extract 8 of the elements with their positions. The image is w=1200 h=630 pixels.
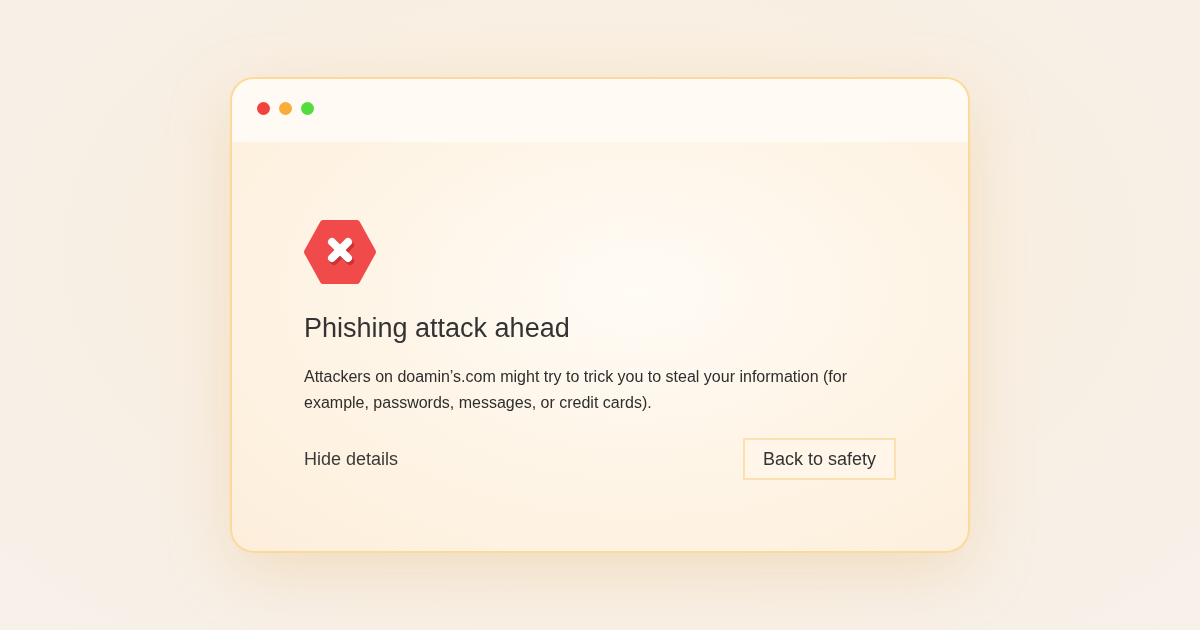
warning-title: Phishing attack ahead (304, 312, 570, 344)
window-control-dot-icon[interactable] (279, 102, 292, 115)
warning-message: Attackers on doamin’s.com might try to trick you to steal your information (for example, passwords, messages, or credit cards). (304, 367, 849, 413)
window-control-dot-icon[interactable] (257, 102, 270, 115)
window-control-dot-icon[interactable] (301, 102, 314, 115)
error-icon (304, 220, 376, 284)
hide-details-link[interactable]: Hide details (304, 447, 399, 471)
back-to-safety-button[interactable]: Back to safety (742, 438, 896, 480)
